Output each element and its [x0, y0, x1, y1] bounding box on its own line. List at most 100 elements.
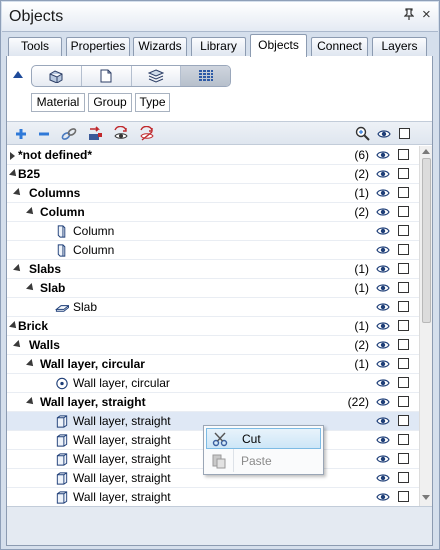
context-menu-paste[interactable]: Paste	[206, 451, 321, 472]
visibility-eye-icon[interactable]	[376, 320, 390, 332]
visibility-eye-icon[interactable]	[376, 282, 390, 294]
collapsed-arrow-icon[interactable]	[10, 152, 15, 160]
view-grid-button[interactable]	[181, 66, 230, 86]
row-checkbox[interactable]	[398, 491, 409, 502]
tree-row[interactable]: *not defined* (6)	[7, 146, 419, 165]
visibility-eye-icon[interactable]	[376, 206, 390, 218]
visibility-eye-icon[interactable]	[376, 187, 390, 199]
row-checkbox[interactable]	[398, 244, 409, 255]
tree-row[interactable]: Column	[7, 241, 419, 260]
row-checkbox[interactable]	[398, 396, 409, 407]
expanded-arrow-icon[interactable]	[26, 283, 36, 293]
tab-wizards[interactable]: Wizards	[133, 37, 187, 56]
collapse-all-icon[interactable]	[36, 126, 52, 142]
visibility-eye-icon[interactable]	[376, 491, 390, 503]
visibility-eye-icon[interactable]	[376, 434, 390, 446]
visibility-eye-icon[interactable]	[376, 358, 390, 370]
tree-row-label: Wall layer, straight	[73, 490, 171, 504]
scissors-icon	[212, 432, 228, 447]
row-checkbox[interactable]	[398, 149, 409, 160]
zoom-icon[interactable]	[355, 126, 371, 142]
visibility-eye-icon[interactable]	[376, 149, 390, 161]
row-checkbox[interactable]	[398, 225, 409, 236]
row-checkbox[interactable]	[398, 453, 409, 464]
filter-material-button[interactable]: Material	[31, 93, 85, 112]
row-checkbox[interactable]	[398, 301, 409, 312]
tree-row-count: (2)	[354, 205, 369, 219]
tree-row[interactable]: Columns (1)	[7, 184, 419, 203]
tab-objects[interactable]: Objects	[250, 34, 307, 57]
row-checkbox[interactable]	[398, 339, 409, 350]
tree-row[interactable]: Slab (1)	[7, 279, 419, 298]
row-checkbox[interactable]	[398, 206, 409, 217]
scroll-thumb[interactable]	[422, 158, 431, 323]
visibility-eye-icon[interactable]	[376, 168, 390, 180]
visibility-eye-icon[interactable]	[376, 244, 390, 256]
expanded-arrow-icon[interactable]	[26, 397, 36, 407]
tree-row[interactable]: Brick (1)	[7, 317, 419, 336]
tab-properties[interactable]: Properties	[66, 37, 130, 56]
row-checkbox[interactable]	[398, 472, 409, 483]
context-menu-cut[interactable]: Cut	[206, 428, 321, 449]
expanded-arrow-icon[interactable]	[13, 340, 23, 350]
filter-group-button[interactable]: Group	[88, 93, 132, 112]
tab-tools[interactable]: Tools	[8, 37, 62, 56]
tree-row[interactable]: Wall layer, straight (22)	[7, 393, 419, 412]
visibility-eye-icon[interactable]	[376, 301, 390, 313]
pin-icon[interactable]	[403, 8, 415, 23]
visibility-eye-icon[interactable]	[376, 339, 390, 351]
view-document-button[interactable]	[82, 66, 132, 86]
view-layers-button[interactable]	[132, 66, 182, 86]
visibility-eye-icon[interactable]	[376, 415, 390, 427]
visibility-on-icon[interactable]	[113, 126, 129, 142]
visibility-eye-icon[interactable]	[376, 225, 390, 237]
link-icon[interactable]	[61, 126, 77, 142]
tab-layers[interactable]: Layers	[372, 37, 427, 56]
transfer-icon[interactable]	[87, 126, 103, 142]
tree-row[interactable]: Column (2)	[7, 203, 419, 222]
tree-row[interactable]: Walls (2)	[7, 336, 419, 355]
tree-row[interactable]: Slabs (1)	[7, 260, 419, 279]
collapse-arrow-icon[interactable]	[13, 71, 23, 78]
visibility-eye-icon[interactable]	[376, 396, 390, 408]
checkbox-column-icon[interactable]	[397, 126, 413, 142]
filter-type-button[interactable]: Type	[135, 93, 170, 112]
tree-row-label: Column	[73, 224, 115, 238]
expanded-arrow-icon[interactable]	[26, 359, 36, 369]
tree-row[interactable]: B25 (2)	[7, 165, 419, 184]
scroll-down-arrow-icon[interactable]	[422, 495, 430, 500]
tree-row[interactable]: Wall layer, circular (1)	[7, 355, 419, 374]
visibility-eye-icon[interactable]	[376, 472, 390, 484]
tree-scrollbar[interactable]	[419, 146, 432, 506]
tree-row[interactable]: Wall layer, circular	[7, 374, 419, 393]
tab-connect[interactable]: Connect	[311, 37, 368, 56]
tab-library[interactable]: Library	[191, 37, 246, 56]
row-checkbox[interactable]	[398, 377, 409, 388]
tree-row[interactable]: Slab	[7, 298, 419, 317]
visibility-eye-icon[interactable]	[376, 453, 390, 465]
scroll-up-arrow-icon[interactable]	[422, 149, 430, 154]
row-checkbox[interactable]	[398, 358, 409, 369]
row-checkbox[interactable]	[398, 415, 409, 426]
row-checkbox[interactable]	[398, 282, 409, 293]
visibility-eye-icon[interactable]	[376, 263, 390, 275]
visibility-off-icon[interactable]	[139, 126, 155, 142]
expand-all-icon[interactable]	[13, 126, 29, 142]
row-checkbox[interactable]	[398, 320, 409, 331]
expanded-arrow-icon[interactable]	[13, 188, 23, 198]
tree-row[interactable]: Column	[7, 222, 419, 241]
wall-icon	[56, 491, 68, 504]
row-checkbox[interactable]	[398, 263, 409, 274]
row-checkbox[interactable]	[398, 168, 409, 179]
close-icon[interactable]: ×	[422, 6, 431, 23]
expanded-arrow-icon[interactable]	[13, 264, 23, 274]
row-checkbox[interactable]	[398, 434, 409, 445]
grid-icon	[198, 70, 213, 81]
visibility-eye-icon[interactable]	[376, 377, 390, 389]
tree-row-count: (1)	[354, 262, 369, 276]
row-checkbox[interactable]	[398, 187, 409, 198]
expanded-arrow-icon[interactable]	[26, 207, 36, 217]
tree-row[interactable]: Wall layer, straight	[7, 488, 419, 506]
view-objects-3d-button[interactable]	[32, 66, 82, 86]
eye-column-icon[interactable]	[376, 126, 392, 142]
